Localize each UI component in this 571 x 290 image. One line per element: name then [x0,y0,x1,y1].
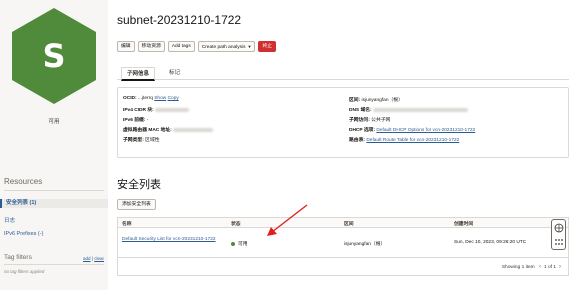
tag-filters-heading: Tag filters [4,254,32,261]
security-list-name-link[interactable]: Default Security List for vcn-20231210-1… [122,237,226,243]
subnet-type-value: 区域性 [145,138,160,143]
column-header-name[interactable]: 名称 [122,220,132,227]
divider [4,190,104,191]
divider [118,257,568,258]
next-page-icon[interactable]: › [559,264,561,270]
ipv4-label: IPv4 CIDR 块: [123,108,154,113]
column-header-status[interactable]: 状态 [231,220,241,227]
pager-count: Showing 1 item [501,265,535,270]
created-cell: Sun, Dec 10, 2023, 09:26:20 UTC [454,240,527,245]
move-resource-button[interactable]: 移动资源 [137,41,165,52]
dns-row: DNS 域名: [349,106,468,113]
ocid-label: OCID: [123,96,137,101]
tab-subnet-info[interactable]: 子网信息 [121,67,156,81]
route-table-label: 路由表: [349,138,365,143]
create-path-analysis-button[interactable]: Create path analysis ▼ [197,41,256,52]
ipv6-value: - [146,118,149,123]
tag-filters-empty: no tag filters applied [4,269,45,274]
route-table-link[interactable]: Default Route Table for vcn-20231210-172… [366,138,459,143]
mac-label: 虚拟路由器 MAC 地址: [123,128,172,133]
status-badge: 可用 [231,240,248,247]
annotation-arrow-icon [267,204,308,236]
create-path-analysis-label: Create path analysis [201,45,246,50]
subnet-access-value: 公共子网 [371,118,391,123]
ocid-copy-link[interactable]: Copy [168,96,179,101]
compartment-value: isjunyangfan（根） [361,98,403,103]
resources-heading: Resources [4,177,43,186]
tag-clear-link[interactable]: clear [94,256,104,261]
add-security-list-button[interactable]: 添加安全列表 [117,199,156,210]
left-sidebar: S 可用 Resources 安全列表 (1) 日志 IPv6 Prefixes… [0,0,108,290]
subnet-type-label: 子网类型: [123,138,144,143]
resource-status: 可用 [48,119,60,125]
dhcp-options-link[interactable]: Default DHCP Options for vcn-20231210-17… [376,128,475,133]
ocid-row: OCID: ...jterrq Show Copy [123,96,179,101]
ipv4-row: IPv4 CIDR 块: [123,106,189,113]
move-arrows-icon[interactable] [554,223,564,233]
subnet-type-row: 子网类型: 区域性 [123,136,160,143]
grid-dots-icon[interactable] [554,237,564,247]
status-dot-icon [231,241,235,246]
prev-page-icon[interactable]: ‹ [539,264,541,270]
redacted-value [173,127,214,132]
divider [4,264,104,265]
action-toolbar: 编辑 移动资源 Add tags Create path analysis ▼ 终… [117,41,277,52]
security-lists-table: 名称 状态 区间 创建时间 ▼ Default Security List fo… [117,217,569,276]
redacted-value [373,107,468,112]
compartment-label: 区间: [349,98,361,103]
chevron-down-icon: ▼ [247,44,252,49]
mac-row: 虚拟路由器 MAC 地址: [123,126,214,133]
redacted-value [155,107,189,112]
avatar-letter: S [42,37,66,75]
subnet-info-panel: OCID: ...jterrq Show Copy IPv4 CIDR 块: I… [117,87,569,158]
status-text: 可用 [238,242,248,247]
compartment-cell: isjunyangfan（根） [344,242,386,247]
column-header-compartment[interactable]: 区间 [344,220,354,227]
sidebar-item-security-lists[interactable]: 安全列表 (1) [0,199,108,208]
main-content: subnet-20231210-1722 编辑 移动资源 Add tags Cr… [108,0,571,290]
tag-add-link[interactable]: add [83,256,91,261]
subnet-access-label: 子网访问: [349,118,370,123]
subnet-hexagon-avatar: S [10,7,98,105]
tag-filter-links: add | clear [83,256,104,261]
floating-navigation-widget[interactable] [551,219,566,250]
route-table-row: 路由表: Default Route Table for vcn-2023121… [349,136,459,143]
pager-pages: 1 of 1 [543,265,556,270]
pagination: Showing 1 item ‹ 1 of 1 › [502,264,564,270]
terminate-button[interactable]: 终止 [258,41,277,52]
security-lists-heading: 安全列表 [117,179,161,191]
sidebar-item-ipv6-prefixes[interactable]: IPv6 Prefixes (-) [4,231,43,237]
ocid-value: ...jterrq [137,96,153,101]
dhcp-row: DHCP 选项: Default DHCP Options for vcn-20… [349,126,475,133]
column-header-created[interactable]: 创建时间 [454,220,473,227]
tab-tags[interactable]: 标记 [169,67,180,80]
ocid-show-link[interactable]: Show [154,96,166,101]
ipv6-label: IPv6 前缀: [123,118,146,123]
add-tags-button[interactable]: Add tags [167,41,195,52]
edit-button[interactable]: 编辑 [117,41,135,52]
table-header: 名称 状态 区间 创建时间 ▼ [118,218,568,228]
page-title: subnet-20231210-1722 [117,13,242,27]
detail-tabs: 子网信息 标记 [117,67,569,81]
dns-label: DNS 域名: [349,108,372,113]
ipv6-row: IPv6 前缀: - [123,116,148,123]
compartment-row: 区间: isjunyangfan（根） [349,96,403,103]
dhcp-label: DHCP 选项: [349,128,376,133]
sidebar-item-logs[interactable]: 日志 [4,216,15,224]
subnet-access-row: 子网访问: 公共子网 [349,116,390,123]
